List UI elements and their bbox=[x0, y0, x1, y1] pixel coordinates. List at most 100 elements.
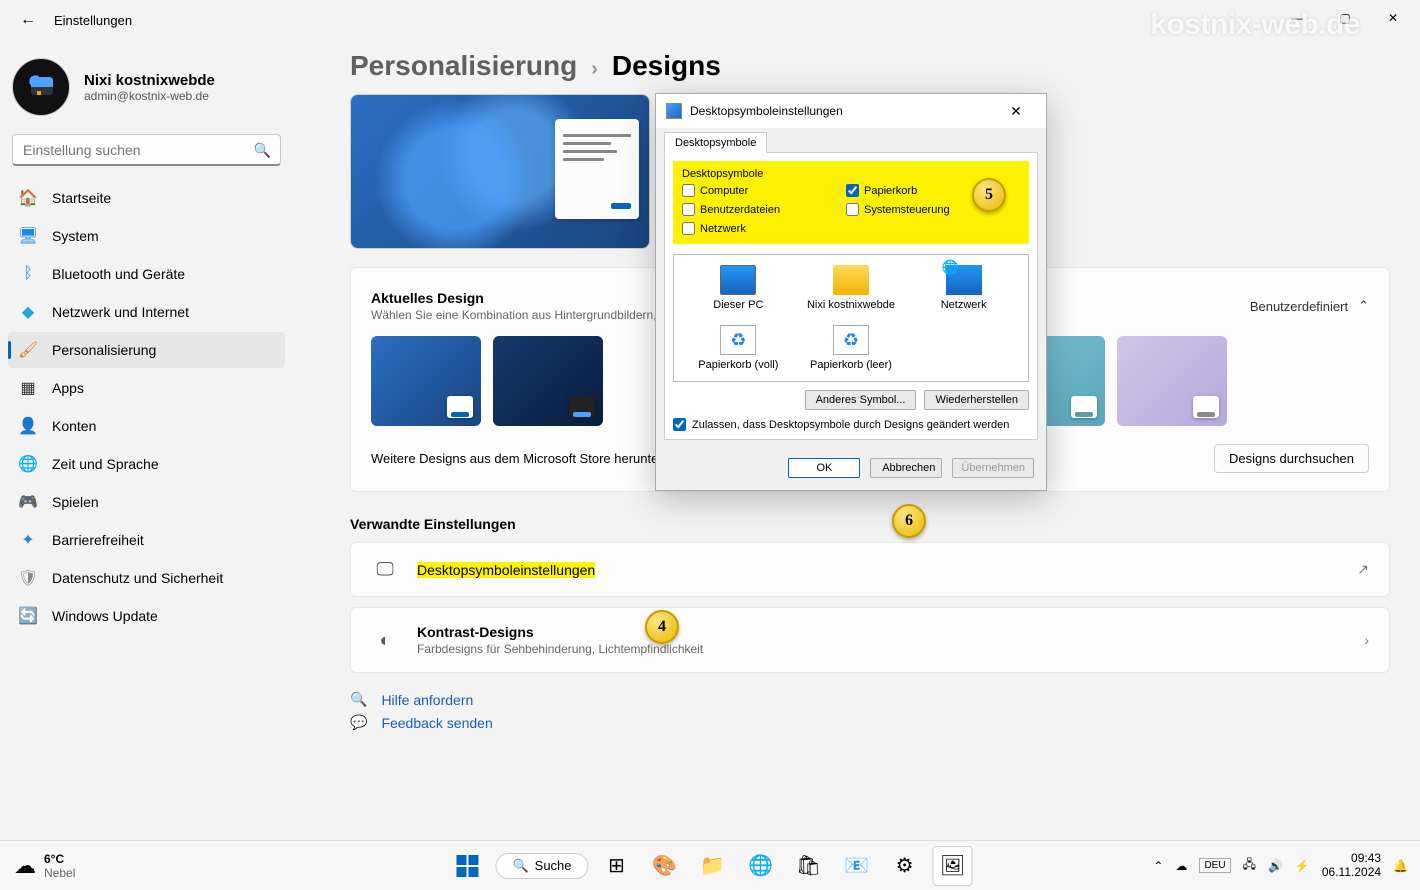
language-indicator[interactable]: DEU bbox=[1199, 858, 1230, 873]
cancel-button[interactable]: Abbrechen bbox=[870, 458, 942, 478]
help-icon: 🔍 bbox=[350, 691, 367, 708]
restore-default-button[interactable]: Wiederherstellen bbox=[924, 390, 1029, 410]
close-button[interactable]: ✕ bbox=[1372, 4, 1414, 32]
sidebar-item-personalisierung[interactable]: 🖌Personalisierung bbox=[8, 332, 285, 368]
dialog-tab[interactable]: Desktopsymbole bbox=[664, 132, 767, 153]
theme-preview bbox=[350, 94, 650, 249]
nav-icon: 🌐 bbox=[18, 454, 38, 474]
theme-thumb[interactable] bbox=[371, 336, 481, 426]
desktop-icon-dialog: Desktopsymboleinstellungen ✕ Desktopsymb… bbox=[655, 93, 1047, 491]
sidebar-item-konten[interactable]: 👤Konten bbox=[8, 408, 285, 444]
search-input[interactable] bbox=[12, 134, 281, 166]
task-view-button[interactable]: ⊞ bbox=[597, 846, 637, 886]
breadcrumb: Personalisierung › Designs bbox=[350, 50, 1390, 82]
contrast-subtitle: Farbdesigns für Sehbehinderung, Lichtemp… bbox=[417, 642, 703, 656]
back-button[interactable]: ← bbox=[12, 7, 44, 33]
sidebar-item-apps[interactable]: ▦Apps bbox=[8, 370, 285, 406]
feedback-icon: 💬 bbox=[350, 714, 367, 731]
nav-icon: 🏠 bbox=[18, 188, 38, 208]
maximize-button[interactable]: ▢ bbox=[1324, 4, 1366, 32]
monitor-icon: 🖵 bbox=[371, 559, 399, 580]
dialog-title: Desktopsymboleinstellungen bbox=[690, 104, 843, 118]
edge-icon[interactable]: 🌐 bbox=[741, 846, 781, 886]
ok-button[interactable]: OK bbox=[788, 458, 860, 478]
store-icon[interactable]: 🛍 bbox=[789, 846, 829, 886]
nav-icon: ᛒ bbox=[18, 264, 38, 284]
external-link-icon: ↗ bbox=[1357, 561, 1369, 578]
sidebar-item-datenschutz-und-sicherheit[interactable]: 🛡Datenschutz und Sicherheit bbox=[8, 560, 285, 596]
minimize-button[interactable]: ― bbox=[1276, 4, 1318, 32]
sidebar-item-startseite[interactable]: 🏠Startseite bbox=[8, 180, 285, 216]
breadcrumb-parent[interactable]: Personalisierung bbox=[350, 50, 577, 82]
search-icon: 🔍 bbox=[512, 858, 528, 874]
tray-chevron-icon[interactable]: ⌃ bbox=[1153, 859, 1163, 873]
copilot-icon[interactable]: 🎨 bbox=[645, 846, 685, 886]
nav-icon: 🎮 bbox=[18, 492, 38, 512]
network-icon[interactable]: 🖧 bbox=[1243, 855, 1256, 876]
sidebar-item-netzwerk-und-internet[interactable]: ◆Netzwerk und Internet bbox=[8, 294, 285, 330]
user-name: Nixi kostnixwebde bbox=[84, 72, 215, 89]
icon-user-files[interactable]: Nixi kostnixwebde bbox=[795, 265, 908, 311]
annotation-6: 6 bbox=[892, 504, 926, 538]
nav-icon: ◆ bbox=[18, 302, 38, 322]
annotation-5: 5 bbox=[972, 178, 1006, 212]
breadcrumb-current: Designs bbox=[612, 50, 721, 82]
nav-icon: 🛡 bbox=[18, 568, 38, 588]
nav-icon: ▦ bbox=[18, 378, 38, 398]
theme-thumb[interactable] bbox=[1117, 336, 1227, 426]
user-profile[interactable]: Nixi kostnixwebde admin@kostnix-web.de bbox=[8, 50, 285, 130]
sidebar-item-windows-update[interactable]: 🔄Windows Update bbox=[8, 598, 285, 634]
icon-preview-well: Dieser PC Nixi kostnixwebde Netzwerk Pap… bbox=[673, 254, 1029, 382]
contrast-designs-row[interactable]: ◐ Kontrast-Designs Farbdesigns für Sehbe… bbox=[350, 607, 1390, 673]
checkbox-userfiles[interactable]: Benutzerdateien bbox=[682, 203, 842, 216]
icon-bin-empty[interactable]: Papierkorb (leer) bbox=[795, 325, 908, 371]
onedrive-icon[interactable]: ☁ bbox=[1175, 859, 1187, 873]
icon-bin-full[interactable]: Papierkorb (voll) bbox=[682, 325, 795, 371]
nav-icon: 🖌 bbox=[18, 340, 38, 360]
checkbox-network[interactable]: Netzwerk bbox=[682, 222, 842, 235]
expand-toggle[interactable]: Benutzerdefiniert ⌃ bbox=[1250, 290, 1369, 314]
get-help-link[interactable]: 🔍 Hilfe anfordern bbox=[350, 691, 1390, 708]
more-themes-label: Weitere Designs aus dem Microsoft Store … bbox=[371, 451, 694, 466]
avatar bbox=[12, 58, 70, 116]
chevron-up-icon: ⌃ bbox=[1358, 298, 1369, 314]
desktop-icon-settings-row[interactable]: 🖵 Desktopsymboleinstellungen ↗ bbox=[350, 542, 1390, 597]
checkbox-computer[interactable]: Computer bbox=[682, 184, 842, 197]
desktop-icons-label: Desktopsymboleinstellungen bbox=[417, 562, 595, 578]
taskbar-search[interactable]: 🔍Suche bbox=[495, 853, 588, 879]
sidebar-item-spielen[interactable]: 🎮Spielen bbox=[8, 484, 285, 520]
sidebar-item-system[interactable]: 🖥System bbox=[8, 218, 285, 254]
start-button[interactable] bbox=[447, 846, 487, 886]
taskbar: ☁ 6°C Nebel 🔍Suche ⊞ 🎨 📁 🌐 🛍 📧 ⚙ 🖼 ⌃ ☁ D… bbox=[0, 840, 1420, 890]
search-box: 🔍 bbox=[12, 134, 281, 166]
allow-themes-checkbox[interactable]: Zulassen, dass Desktopsymbole durch Desi… bbox=[673, 418, 1029, 431]
apply-button[interactable]: Übernehmen bbox=[952, 458, 1034, 478]
dialog-close-button[interactable]: ✕ bbox=[996, 103, 1036, 120]
nav-icon: 👤 bbox=[18, 416, 38, 436]
chevron-right-icon: › bbox=[1364, 632, 1369, 648]
explorer-icon[interactable]: 📁 bbox=[693, 846, 733, 886]
settings-icon[interactable]: ⚙ bbox=[885, 846, 925, 886]
chevron-right-icon: › bbox=[591, 58, 598, 81]
search-icon: 🔍 bbox=[254, 142, 271, 159]
battery-icon[interactable]: ⚡ bbox=[1295, 859, 1310, 873]
theme-thumb[interactable] bbox=[493, 336, 603, 426]
browse-themes-button[interactable]: Designs durchsuchen bbox=[1214, 444, 1369, 473]
icon-this-pc[interactable]: Dieser PC bbox=[682, 265, 795, 311]
volume-icon[interactable]: 🔊 bbox=[1268, 859, 1283, 873]
notification-icon[interactable]: 🔔 bbox=[1393, 859, 1408, 873]
outlook-icon[interactable]: 📧 bbox=[837, 846, 877, 886]
weather-icon: ☁ bbox=[14, 853, 36, 879]
annotation-4: 4 bbox=[645, 610, 679, 644]
sidebar-item-barrierefreiheit[interactable]: ✦Barrierefreiheit bbox=[8, 522, 285, 558]
clock[interactable]: 09:43 06.11.2024 bbox=[1322, 852, 1381, 878]
change-icon-button[interactable]: Anderes Symbol... bbox=[805, 390, 917, 410]
sidebar-item-bluetooth-und-geräte[interactable]: ᛒBluetooth und Geräte bbox=[8, 256, 285, 292]
icon-network[interactable]: Netzwerk bbox=[907, 265, 1020, 311]
weather-widget[interactable]: ☁ 6°C Nebel bbox=[0, 852, 75, 880]
sidebar-item-zeit-und-sprache[interactable]: 🌐Zeit und Sprache bbox=[8, 446, 285, 482]
nav-icon: 🖥 bbox=[18, 226, 38, 246]
feedback-link[interactable]: 💬 Feedback senden bbox=[350, 714, 1390, 731]
app-icon[interactable]: 🖼 bbox=[933, 846, 973, 886]
contrast-icon: ◐ bbox=[371, 630, 399, 651]
